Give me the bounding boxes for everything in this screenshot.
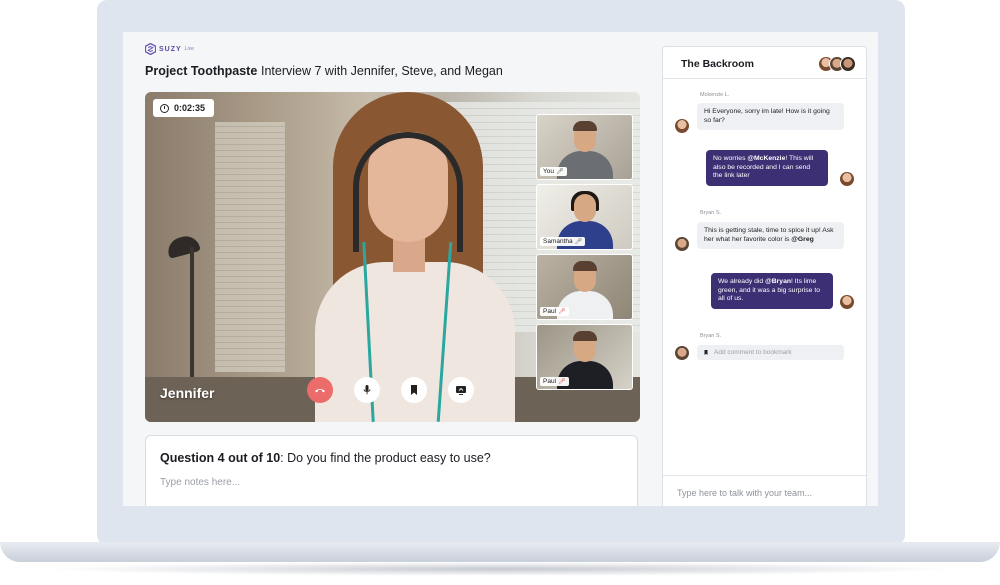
chat-message-input[interactable] xyxy=(677,488,857,498)
screen-share-button[interactable] xyxy=(448,377,474,403)
bookmark-icon xyxy=(411,385,417,395)
participant-name: You xyxy=(543,168,554,175)
microphone-icon: 🎤︎ xyxy=(555,169,564,175)
call-timer: 0:02:35 xyxy=(153,99,215,117)
main-video: 0:02:35 Jennifer You 🎤︎ Samantha 🎤︎ Paul… xyxy=(145,92,640,422)
message-text: Hi Everyone, sorry im late! How is it go… xyxy=(704,108,830,124)
microphone-icon xyxy=(363,385,371,395)
bookmark-icon xyxy=(704,350,708,355)
avatar xyxy=(675,237,689,251)
participant-label: You 🎤︎ xyxy=(540,167,567,176)
laptop-shadow xyxy=(40,562,960,576)
headphones xyxy=(353,132,463,252)
clock-icon xyxy=(160,103,169,113)
app-screen: SUZY Live Project Toothpaste Interview 7… xyxy=(123,32,878,506)
chat-message-outgoing: We already did @Bryan! Its lime green, a… xyxy=(711,273,833,310)
logo-text: SUZY xyxy=(159,45,182,53)
question-total: 10 xyxy=(266,451,281,465)
participant-tile[interactable]: Paul 🎤︎ xyxy=(536,254,633,320)
call-controls xyxy=(307,377,474,403)
message-text: We already did xyxy=(718,278,766,285)
app-logo: SUZY Live xyxy=(145,43,194,55)
microphone-icon: 🎤︎ xyxy=(574,239,583,245)
avatar xyxy=(840,295,854,309)
participant-tile[interactable]: Samantha 🎤︎ xyxy=(536,184,633,250)
notes-input[interactable] xyxy=(160,477,600,488)
speaker-name: Jennifer xyxy=(160,385,215,401)
project-title: Project Toothpaste xyxy=(145,64,258,78)
thumb-hair xyxy=(573,331,597,341)
participant-name: Samantha xyxy=(543,238,573,245)
thumb-head xyxy=(574,194,596,222)
participant-label: Paul 🎤︎ xyxy=(540,377,569,386)
divider xyxy=(663,78,866,79)
mention[interactable]: @Bryan xyxy=(765,278,791,285)
question-body: : Do you find the product easy to use? xyxy=(280,451,491,465)
thumb-hair xyxy=(573,121,597,131)
message-sender: Mckenzie L. xyxy=(700,92,730,98)
avatar xyxy=(675,119,689,133)
divider xyxy=(663,475,866,476)
logo-subtext: Live xyxy=(184,46,194,52)
chat-message: Hi Everyone, sorry im late! How is it go… xyxy=(697,103,844,131)
message-sender: Bryan S. xyxy=(700,210,722,216)
message-text: This is getting stale, time to spice it … xyxy=(704,227,834,243)
hexagon-logo-icon xyxy=(145,43,156,55)
question-card: Question 4 out of 10: Do you find the pr… xyxy=(145,435,638,506)
participant-label: Samantha 🎤︎ xyxy=(540,237,586,246)
timer-value: 0:02:35 xyxy=(174,103,206,113)
thumb-hair xyxy=(573,261,597,271)
question-prefix: Question 4 out of xyxy=(160,451,263,465)
laptop-base xyxy=(0,542,1000,562)
message-text: No worries xyxy=(713,155,748,162)
microphone-muted-icon: 🎤︎ xyxy=(558,309,566,315)
message-sender: Bryan S. xyxy=(700,333,722,339)
participant-tile[interactable]: You 🎤︎ xyxy=(536,114,633,180)
chat-message: This is getting stale, time to spice it … xyxy=(697,222,844,250)
window-blind xyxy=(215,122,285,372)
phone-hangup-icon xyxy=(315,389,325,393)
bookmark-button[interactable] xyxy=(401,377,427,403)
participant-tile[interactable]: Paul 🎤︎ xyxy=(536,324,633,390)
bookmark-comment-field xyxy=(697,345,844,360)
avatar xyxy=(675,346,689,360)
backroom-chat-panel: The Backroom Mckenzie L. Hi Everyone, so… xyxy=(662,46,867,506)
microphone-button[interactable] xyxy=(354,377,380,403)
mention[interactable]: @McKenzie xyxy=(747,155,785,162)
avatar xyxy=(840,56,856,72)
participant-name: Paul xyxy=(543,308,557,315)
end-call-button[interactable] xyxy=(307,377,333,403)
desk-lamp xyxy=(165,233,201,259)
screen-share-icon xyxy=(456,386,466,395)
participant-video-person xyxy=(315,92,515,422)
bookmark-comment-input[interactable] xyxy=(714,349,834,356)
participant-thumbnails: You 🎤︎ Samantha 🎤︎ Paul 🎤︎ Paul 🎤︎ xyxy=(536,114,633,390)
participant-label: Paul 🎤︎ xyxy=(540,307,569,316)
avatar xyxy=(840,172,854,186)
desk-lamp-pole xyxy=(190,247,194,377)
participant-name: Paul xyxy=(543,378,557,385)
question-counter: Question 4 out of 10 xyxy=(160,451,280,465)
team-avatars xyxy=(818,56,856,72)
chat-message-outgoing: No worries @McKenzie! This will also be … xyxy=(706,150,828,187)
microphone-muted-icon: 🎤︎ xyxy=(558,379,566,385)
question-text: Question 4 out of 10: Do you find the pr… xyxy=(160,451,491,465)
mention[interactable]: @Greg xyxy=(791,236,814,243)
chat-title: The Backroom xyxy=(681,58,754,70)
interview-title: Interview 7 with Jennifer, Steve, and Me… xyxy=(261,64,503,78)
